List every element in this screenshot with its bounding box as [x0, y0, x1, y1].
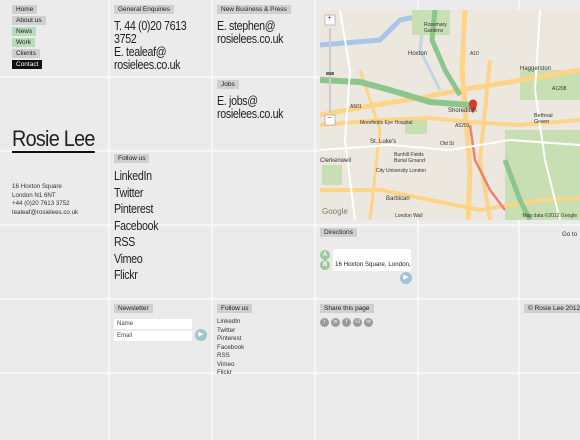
general-enquiries-label: General Enquiries	[114, 5, 175, 14]
marker-b-icon: B	[320, 260, 330, 270]
footer-follow-us-label: Follow us	[217, 304, 253, 313]
grid-divider	[314, 0, 316, 440]
footer-link-flickr[interactable]: Flickr	[217, 369, 244, 378]
footer-link-rss[interactable]: RSS	[217, 352, 244, 361]
map-label-rosemary: Rosemary Gardens	[424, 22, 447, 34]
grid-divider	[0, 224, 580, 226]
footer-link-pinterest[interactable]: Pinterest	[217, 335, 244, 344]
map-road-a1208: A1208	[552, 86, 567, 92]
googleplus-share-icon[interactable]: +1	[353, 318, 362, 327]
map-attribution: Map data ©2012 Google	[522, 213, 577, 219]
directions-go-button[interactable]: ▶	[400, 272, 412, 284]
brand-logo[interactable]: Rosie Lee	[12, 128, 95, 153]
nav-clients[interactable]: Clients	[12, 49, 40, 58]
newsletter-label: Newsletter	[114, 304, 153, 313]
link-linkedin[interactable]: LinkedIn	[114, 168, 158, 185]
directions-to-row: B 16 Hoxton Square, London, N	[320, 259, 411, 271]
map-label-barbican: Barbican	[386, 196, 410, 202]
facebook-share-icon[interactable]: f	[342, 318, 351, 327]
newsletter-name-input[interactable]: Name	[114, 319, 192, 329]
address-phone: +44 (0)20 7613 3752	[12, 200, 70, 207]
google-logo: Google	[322, 207, 348, 216]
footer-link-facebook[interactable]: Facebook	[217, 344, 244, 353]
new-business-contact: E. stephen@ rosielees.co.uk	[217, 19, 284, 45]
link-pinterest[interactable]: Pinterest	[114, 201, 158, 218]
nav-news[interactable]: News	[12, 27, 37, 36]
link-flickr[interactable]: Flickr	[114, 267, 158, 284]
nav-about-us[interactable]: About us	[12, 16, 46, 25]
grid-divider	[211, 0, 213, 440]
jobs-contact: E. jobs@ rosielees.co.uk	[217, 94, 284, 120]
main-nav: Home About us News Work Clients Contact	[12, 5, 46, 71]
map-label-hoxton: Hoxton	[408, 51, 428, 57]
new-business-label: New Business & Press	[217, 5, 291, 14]
linkedin-share-icon[interactable]: in	[331, 318, 340, 327]
footer-link-twitter[interactable]: Twitter	[217, 327, 244, 336]
zoom-out-button[interactable]: −	[327, 113, 332, 122]
map-label-st-lukes: St. Luke's	[370, 139, 397, 145]
map-road-a5201: A5201	[455, 123, 470, 129]
address-street: 16 Hoxton Square	[12, 183, 62, 190]
grid-divider	[0, 372, 580, 374]
map-label-bethnal-green: Bethnal Green	[534, 113, 553, 125]
location-map[interactable]: + − Rosemary Gardens Hoxton Haggerston S…	[320, 10, 580, 220]
follow-us-links: LinkedIn Twitter Pinterest Facebook RSS …	[114, 168, 159, 284]
grid-divider	[0, 298, 580, 300]
twitter-share-icon[interactable]: t	[320, 318, 329, 327]
newsletter-submit-button[interactable]: ▶	[195, 329, 207, 341]
link-twitter[interactable]: Twitter	[114, 185, 158, 202]
address-email[interactable]: tealeaf@rosielees.co.uk	[12, 209, 78, 218]
nav-work[interactable]: Work	[12, 38, 36, 47]
map-label-bunhill-fields: Bunhill Fields Burial Ground	[394, 152, 425, 164]
jobs-label: Jobs	[217, 80, 239, 89]
zoom-in-button[interactable]: +	[327, 13, 332, 22]
nav-home[interactable]: Home	[12, 5, 38, 14]
follow-us-label: Follow us	[114, 154, 150, 163]
map-road-a501: A501	[350, 104, 362, 110]
newsletter-email-input[interactable]: Email	[114, 331, 192, 341]
map-label-clerkenwell: Clerkenwell	[320, 158, 352, 164]
map-label-moorfields: Moorfields Eye Hospital	[360, 120, 413, 126]
map-label-city-university: City University London	[376, 168, 427, 174]
copyright: © Rosie Lee 2012	[524, 304, 580, 313]
address-block: 16 Hoxton Square London N1 6NT +44 (0)20…	[12, 183, 78, 217]
grid-divider	[108, 0, 110, 440]
footer-link-linkedin[interactable]: LinkedIn	[217, 318, 244, 327]
map-label-haggerston: Haggerston	[520, 66, 552, 72]
directions-to-input[interactable]: 16 Hoxton Square, London, N	[333, 259, 411, 271]
link-rss[interactable]: RSS	[114, 234, 158, 251]
map-label-shoreditch: Shoreditch	[448, 108, 477, 114]
directions-label: Directions	[320, 228, 357, 237]
link-vimeo[interactable]: Vimeo	[114, 251, 158, 268]
jobs-email-cont[interactable]: rosielees.co.uk	[217, 107, 284, 120]
map-road-old-st: Old St	[440, 141, 454, 147]
nav-contact[interactable]: Contact	[12, 60, 43, 69]
share-label: Share this page	[320, 304, 374, 313]
map-label-london-wall: London Wall	[395, 213, 423, 219]
share-icons: t in f +1 ✉	[320, 318, 373, 327]
go-to-link[interactable]: Go to	[562, 231, 577, 240]
business-email-cont[interactable]: rosielees.co.uk	[217, 32, 284, 45]
map-road-a10: A10	[470, 51, 479, 57]
address-city: London N1 6NT	[12, 191, 56, 199]
link-facebook[interactable]: Facebook	[114, 218, 159, 235]
email-share-icon[interactable]: ✉	[364, 318, 373, 327]
footer-follow-links: LinkedIn Twitter Pinterest Facebook RSS …	[217, 318, 244, 378]
general-email-cont[interactable]: rosielees.co.uk	[114, 58, 186, 71]
general-enquiries-contact: T. 44 (0)20 7613 3752 E. tealeaf@ rosiel…	[114, 19, 187, 71]
footer-link-vimeo[interactable]: Vimeo	[217, 361, 244, 370]
